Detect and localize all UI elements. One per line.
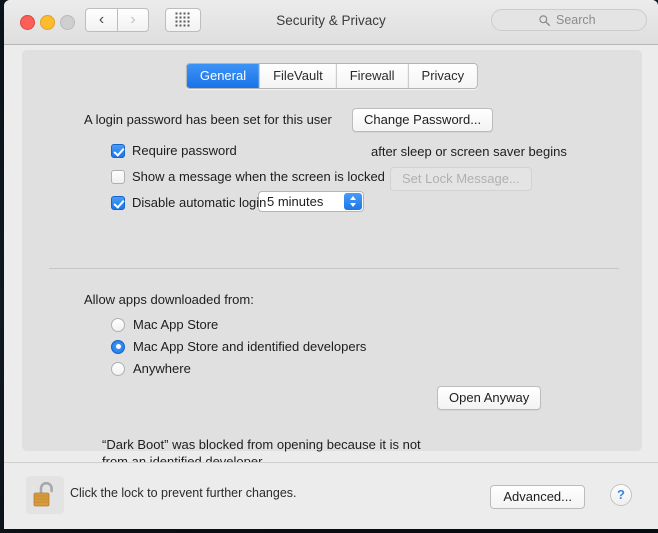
preferences-window: ‹ › Security & Privacy Search General Fi… (4, 0, 658, 529)
tab-general[interactable]: General (186, 64, 261, 88)
set-lock-message-button[interactable]: Set Lock Message... (390, 167, 532, 191)
window-bottom-bar: Click the lock to prevent further change… (4, 462, 658, 529)
radio-anywhere[interactable] (111, 361, 125, 376)
preferences-panel: General FileVault Firewall Privacy A log… (22, 50, 642, 469)
allow-apps-option-anywhere[interactable]: Anywhere (111, 361, 191, 376)
unlocked-padlock-icon (33, 481, 53, 507)
radio-mac-app-store-label: Mac App Store (133, 317, 219, 332)
window-titlebar: ‹ › Security & Privacy Search (4, 0, 658, 45)
tab-filevault[interactable]: FileVault (260, 64, 337, 88)
help-button[interactable]: ? (610, 484, 632, 506)
search-icon (539, 15, 551, 27)
tab-firewall[interactable]: Firewall (336, 64, 409, 88)
require-password-interval-value: 5 minutes (267, 194, 324, 209)
radio-identified-developers-label: Mac App Store and identified developers (133, 339, 367, 354)
disable-automatic-login-row[interactable]: Disable automatic login (111, 195, 266, 210)
chevron-updown-icon (344, 193, 362, 210)
show-lock-message-checkbox[interactable] (111, 169, 125, 184)
section-divider (49, 268, 619, 269)
login-password-status-text: A login password has been set for this u… (84, 112, 332, 127)
tab-privacy[interactable]: Privacy (408, 64, 478, 88)
disable-automatic-login-label: Disable automatic login (132, 195, 267, 210)
require-password-checkbox[interactable] (111, 143, 125, 158)
radio-mac-app-store[interactable] (111, 317, 125, 332)
allow-apps-option-identified-developers[interactable]: Mac App Store and identified developers (111, 339, 366, 354)
require-password-suffix-label: after sleep or screen saver begins (371, 144, 567, 159)
tab-bar: General FileVault Firewall Privacy (185, 63, 479, 89)
search-placeholder-text: Search (556, 13, 596, 27)
advanced-button[interactable]: Advanced... (490, 485, 585, 509)
change-password-button[interactable]: Change Password... (352, 108, 494, 132)
allow-apps-heading: Allow apps downloaded from: (84, 292, 254, 307)
require-password-interval-select[interactable]: 5 minutes (258, 191, 364, 212)
open-anyway-button[interactable]: Open Anyway (437, 386, 542, 410)
require-password-row[interactable]: Require password (111, 143, 237, 158)
allow-apps-option-mac-app-store[interactable]: Mac App Store (111, 317, 218, 332)
radio-identified-developers[interactable] (111, 339, 125, 354)
lock-toggle-button[interactable] (26, 476, 64, 514)
show-lock-message-label: Show a message when the screen is locked (132, 169, 385, 184)
radio-anywhere-label: Anywhere (133, 361, 191, 376)
search-input[interactable]: Search (491, 9, 647, 31)
show-lock-message-row[interactable]: Show a message when the screen is locked (111, 169, 385, 184)
lock-status-text: Click the lock to prevent further change… (70, 486, 297, 500)
disable-automatic-login-checkbox[interactable] (111, 195, 125, 210)
require-password-label: Require password (132, 143, 237, 158)
